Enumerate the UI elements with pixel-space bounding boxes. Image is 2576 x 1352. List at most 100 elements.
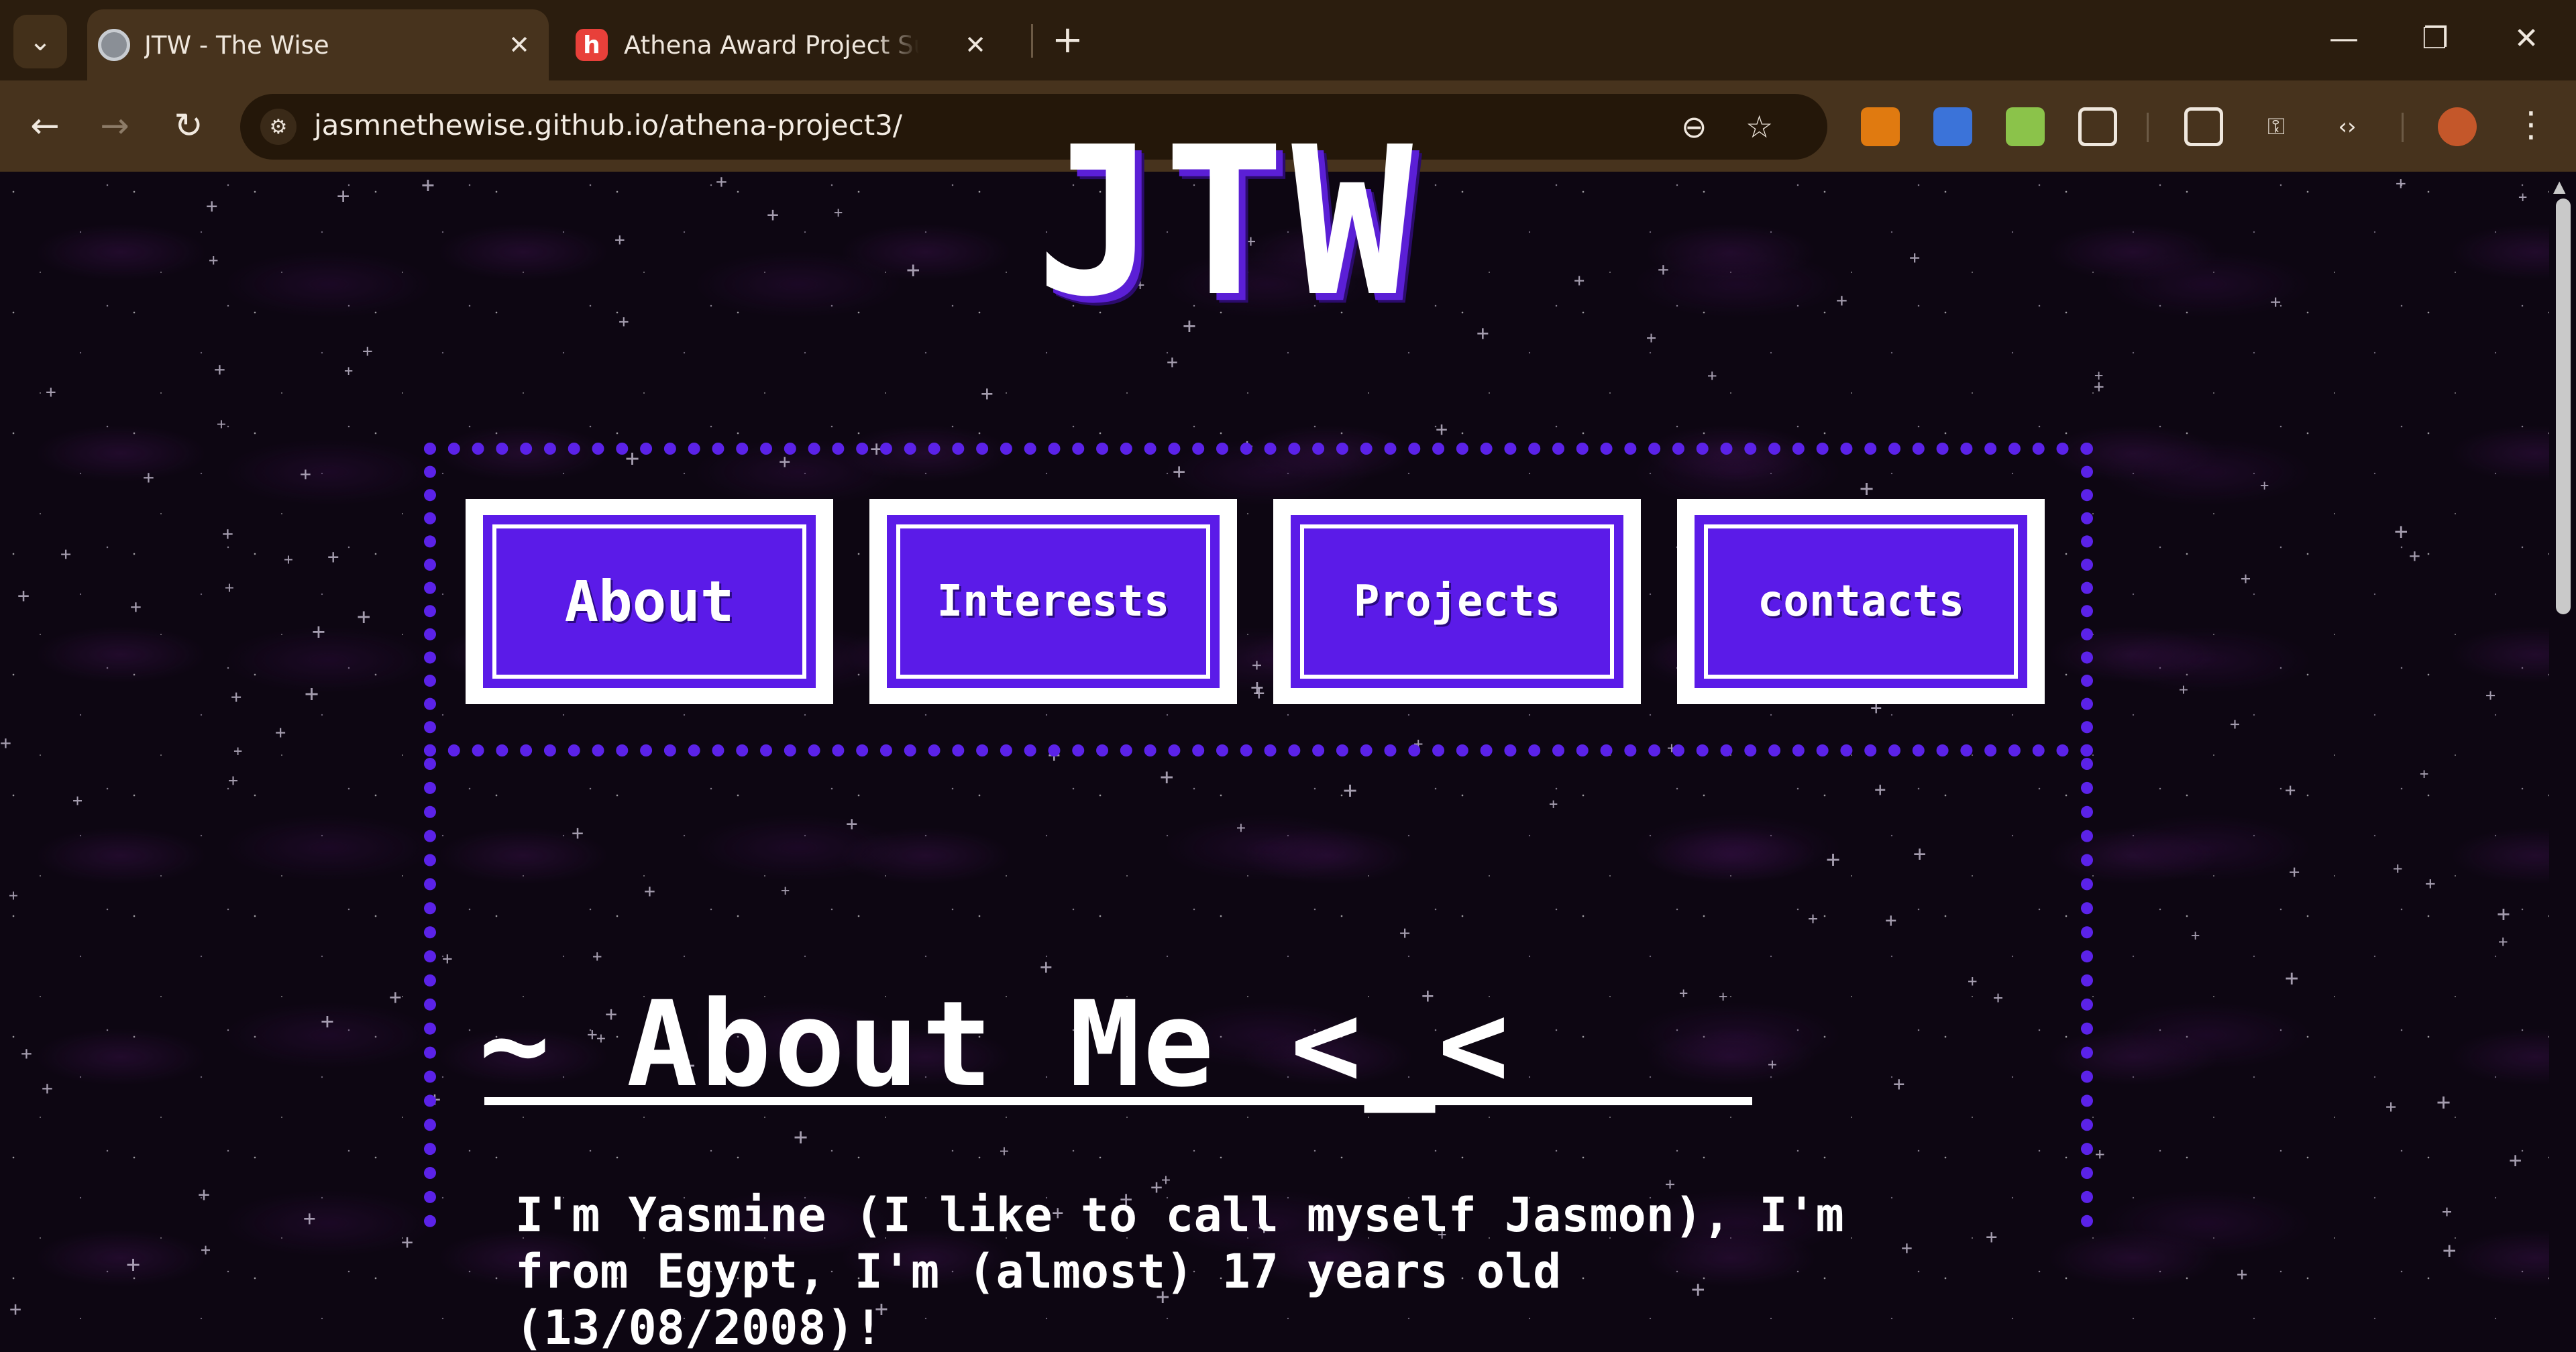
star-sparkle-icon: + — [1707, 366, 1717, 385]
url-text[interactable]: jasmnethewise.github.io/athena-project3/ — [314, 109, 902, 142]
tab-search-button[interactable]: ⌄ — [13, 15, 67, 68]
star-sparkle-icon: + — [312, 618, 325, 644]
forward-button[interactable]: → — [91, 105, 138, 148]
star-sparkle-icon: + — [2497, 901, 2510, 927]
close-window-button[interactable]: ✕ — [2500, 12, 2553, 66]
star-sparkle-icon: + — [42, 1077, 53, 1099]
close-icon[interactable]: ✕ — [508, 30, 530, 60]
nav-button-face: contacts — [1695, 515, 2027, 688]
star-sparkle-icon: + — [2289, 862, 2300, 883]
star-sparkle-icon: + — [209, 251, 219, 270]
restore-button[interactable]: ❐ — [2408, 12, 2462, 66]
menu-icon[interactable]: ⋮ — [2508, 103, 2555, 146]
star-sparkle-icon: + — [214, 358, 225, 380]
minimize-button[interactable]: — — [2317, 12, 2371, 66]
star-sparkle-icon: + — [130, 596, 142, 618]
key-icon[interactable]: ⚿ — [2257, 107, 2296, 146]
extension-green-icon[interactable] — [2006, 107, 2045, 146]
star-sparkle-icon: + — [2509, 1147, 2522, 1173]
nav-button-contacts[interactable]: contacts — [1677, 499, 2045, 704]
star-sparkle-icon: + — [0, 732, 11, 754]
zoom-icon[interactable]: ⊖ — [1681, 107, 1707, 146]
back-button[interactable]: ← — [21, 105, 68, 148]
star-sparkle-icon: + — [2285, 780, 2296, 801]
google-translate-icon[interactable] — [1933, 107, 1972, 146]
globe-icon — [98, 29, 130, 61]
star-sparkle-icon: + — [206, 194, 218, 217]
star-sparkle-icon: + — [2396, 174, 2406, 194]
star-sparkle-icon: + — [233, 743, 243, 760]
star-sparkle-icon: + — [2270, 292, 2282, 313]
star-sparkle-icon: + — [2095, 1145, 2105, 1164]
star-sparkle-icon: + — [1574, 270, 1585, 291]
star-sparkle-icon: + — [2518, 189, 2528, 206]
star-sparkle-icon: + — [198, 1183, 211, 1206]
reload-button[interactable]: ↻ — [165, 105, 212, 148]
star-sparkle-icon: + — [2241, 569, 2251, 588]
chevron-down-icon: ⌄ — [29, 26, 52, 57]
star-sparkle-icon: + — [2498, 932, 2508, 951]
toolbar-divider — [2402, 113, 2404, 142]
star-sparkle-icon: + — [231, 687, 242, 708]
tab-athena[interactable]: h Athena Award Project Submission ✕ — [564, 9, 1013, 80]
star-sparkle-icon: + — [300, 463, 311, 485]
new-tab-button[interactable]: + — [1052, 16, 1083, 64]
star-sparkle-icon: + — [2230, 714, 2241, 734]
nav-button-interests[interactable]: Interests — [869, 499, 1237, 704]
star-sparkle-icon: + — [1986, 1225, 1998, 1248]
star-sparkle-icon: + — [225, 579, 234, 597]
star-sparkle-icon: + — [614, 230, 625, 250]
star-sparkle-icon: + — [2385, 1096, 2397, 1117]
profile-avatar[interactable] — [2438, 107, 2477, 146]
nav-button-label: Projects — [1353, 577, 1561, 626]
star-sparkle-icon: + — [2409, 545, 2420, 567]
star-sparkle-icon: + — [767, 203, 780, 227]
star-sparkle-icon: + — [60, 544, 72, 565]
scrollbar[interactable]: ▲ — [2549, 172, 2576, 1352]
extension-elephant-icon[interactable] — [1861, 107, 1900, 146]
star-sparkle-icon: + — [275, 722, 286, 743]
nav-button-label: Interests — [936, 577, 1170, 626]
star-sparkle-icon: + — [981, 382, 994, 406]
star-sparkle-icon: + — [201, 1240, 211, 1259]
toolbar-divider — [2147, 113, 2149, 142]
nav-button-label: About — [564, 569, 735, 634]
h-logo-icon: h — [576, 29, 608, 61]
star-sparkle-icon: + — [321, 1008, 334, 1034]
star-sparkle-icon: + — [72, 791, 83, 810]
star-sparkle-icon: + — [834, 205, 843, 221]
star-sparkle-icon: + — [2442, 1202, 2453, 1221]
nav-button-face: Projects — [1291, 515, 1623, 688]
star-sparkle-icon: + — [222, 522, 233, 545]
star-sparkle-icon: + — [2420, 766, 2429, 783]
site-info-icon[interactable]: ⚙ — [260, 109, 297, 145]
close-icon[interactable]: ✕ — [965, 30, 986, 60]
star-sparkle-icon: + — [1658, 258, 1669, 280]
tab-strip: ⌄ JTW - The Wise ✕ h Athena Award Projec… — [0, 0, 2576, 80]
star-sparkle-icon: + — [46, 382, 56, 402]
star-sparkle-icon: + — [344, 363, 354, 380]
star-sparkle-icon: + — [1909, 247, 1921, 268]
scrollbar-thumb[interactable] — [2556, 199, 2571, 614]
nav-button-label: contacts — [1757, 577, 1965, 626]
star-sparkle-icon: + — [21, 1042, 32, 1064]
star-sparkle-icon: + — [362, 341, 373, 361]
tab-divider — [1031, 24, 1033, 58]
code-icon[interactable]: ‹› — [2328, 107, 2367, 146]
nav-button-about[interactable]: About — [466, 499, 833, 704]
extensions-puzzle-icon[interactable] — [2078, 107, 2117, 146]
star-sparkle-icon: + — [327, 545, 339, 568]
nav-button-projects[interactable]: Projects — [1273, 499, 1641, 704]
star-sparkle-icon: + — [1436, 418, 1448, 441]
star-sparkle-icon: + — [17, 584, 30, 608]
scroll-up-icon[interactable]: ▲ — [2553, 177, 2565, 196]
translate-page-icon[interactable] — [2184, 107, 2223, 146]
bookmark-star-icon[interactable]: ☆ — [1746, 107, 1773, 146]
tab-jtw[interactable]: JTW - The Wise ✕ — [87, 9, 549, 80]
star-sparkle-icon: + — [2260, 477, 2269, 494]
star-sparkle-icon: + — [619, 312, 629, 332]
star-sparkle-icon: + — [2485, 685, 2496, 705]
star-sparkle-icon: + — [228, 771, 239, 790]
star-sparkle-icon: + — [1646, 328, 1657, 347]
star-sparkle-icon: + — [337, 183, 350, 209]
